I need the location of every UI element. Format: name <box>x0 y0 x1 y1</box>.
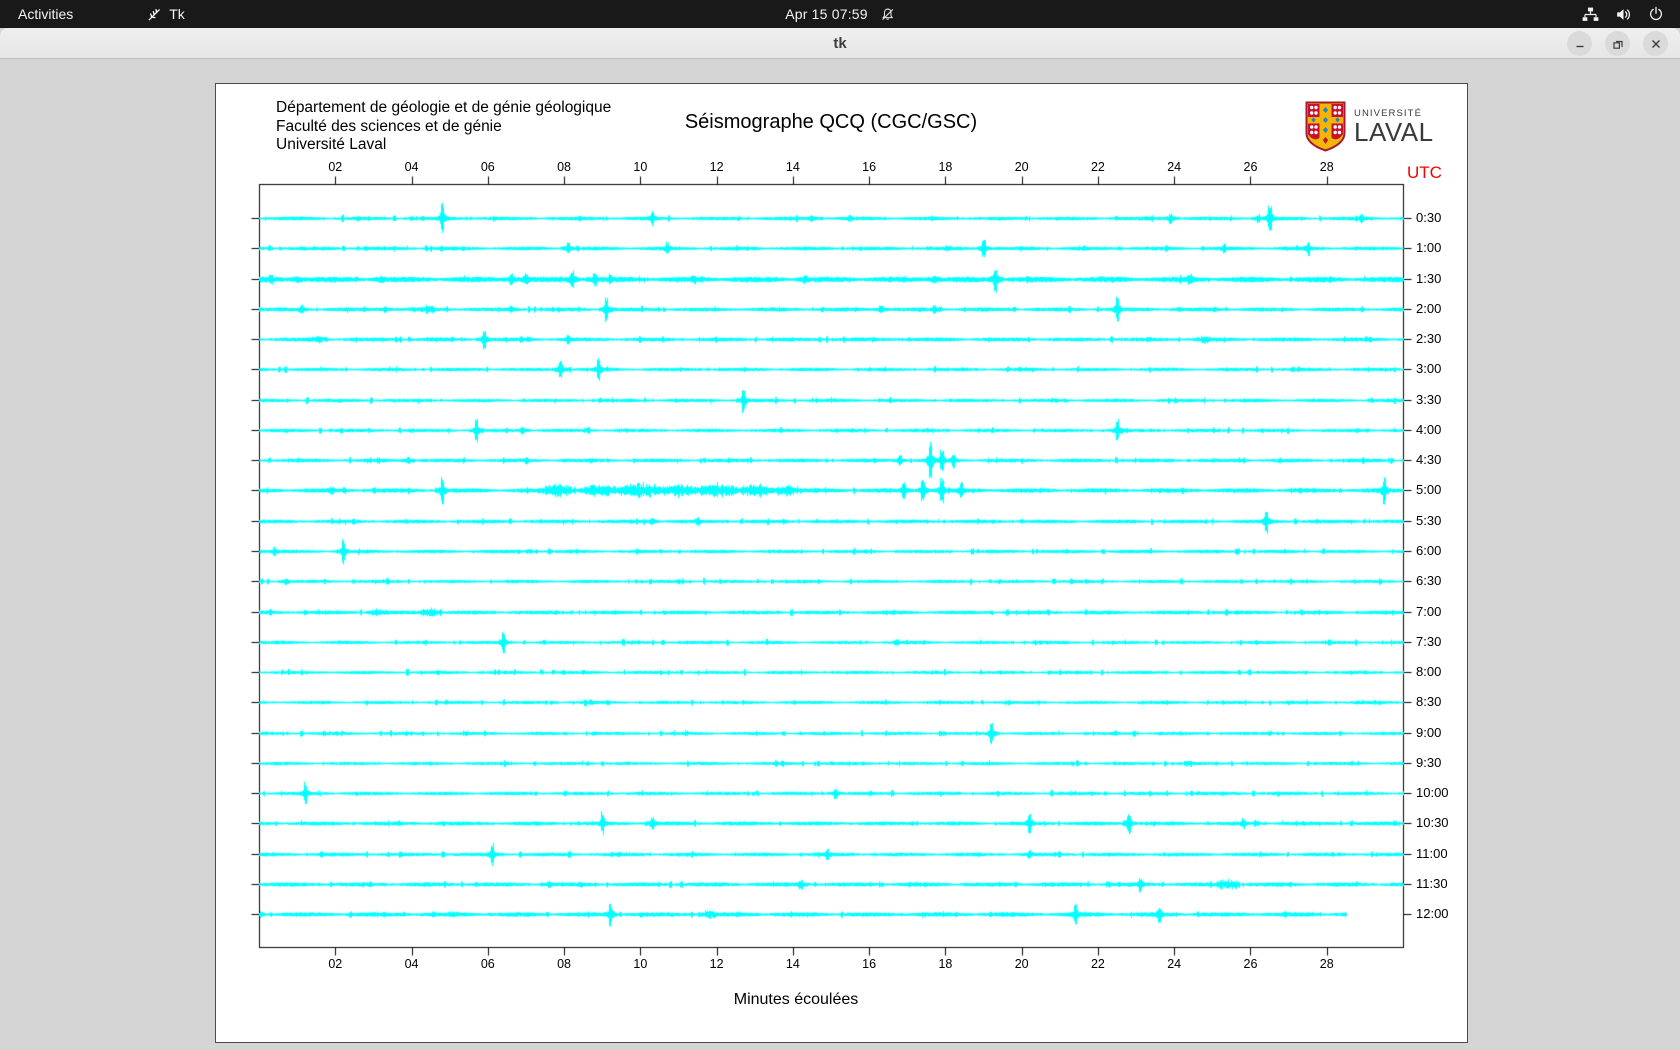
trace-time-label: 7:00 <box>1416 603 1442 619</box>
volume-icon[interactable] <box>1615 6 1632 23</box>
x-axis-top-tick-label: 10 <box>633 160 648 174</box>
minimize-button[interactable] <box>1567 31 1592 56</box>
trace-time-label: 8:00 <box>1416 664 1442 680</box>
x-axis-top-tick-label: 20 <box>1014 160 1029 174</box>
maximize-icon <box>1612 40 1623 49</box>
x-axis-top-tick-label: 24 <box>1167 160 1182 174</box>
x-axis-bottom-tick-label: 04 <box>404 957 419 971</box>
x-axis-top-tick-label: 14 <box>785 160 800 174</box>
trace-time-label: 6:30 <box>1416 573 1442 589</box>
trace-time-label: 5:30 <box>1416 512 1442 528</box>
trace-time-label: 11:00 <box>1416 845 1448 861</box>
x-axis-top-tick-label: 16 <box>862 160 877 174</box>
network-tree-icon[interactable] <box>1582 6 1599 23</box>
clock[interactable]: Apr 15 07:59 <box>785 6 868 22</box>
trace-time-label: 1:30 <box>1416 270 1442 286</box>
window-titlebar[interactable]: tk <box>0 28 1680 59</box>
trace-time-label: 10:30 <box>1416 815 1449 831</box>
x-axis-bottom-tick-label: 02 <box>328 957 343 971</box>
x-axis-top-tick-label: 28 <box>1319 160 1334 174</box>
tk-feather-icon <box>148 8 161 20</box>
x-axis-bottom-tick-label: 14 <box>785 957 800 971</box>
utc-label: UTC <box>1407 163 1442 182</box>
x-axis-bottom-tick-label: 28 <box>1319 957 1334 971</box>
x-axis-bottom-tick-label: 26 <box>1243 957 1258 971</box>
x-axis-bottom-tick-label: 20 <box>1014 957 1029 971</box>
power-icon[interactable] <box>1648 6 1664 22</box>
x-axis-bottom-tick-label: 18 <box>938 957 953 971</box>
tk-app-indicator[interactable]: Tk <box>139 0 193 28</box>
x-axis-bottom-tick-label: 08 <box>557 957 572 971</box>
trace-time-label: 2:00 <box>1416 300 1442 316</box>
x-axis-top-tick-label: 02 <box>328 160 343 174</box>
window-title: tk <box>833 35 847 52</box>
x-axis-title: Minutes écoulées <box>733 991 859 1008</box>
x-axis-bottom-tick-label: 24 <box>1167 957 1182 971</box>
x-axis-top-tick-label: 18 <box>938 160 953 174</box>
x-axis-bottom-tick-label: 22 <box>1090 957 1105 971</box>
x-axis-bottom-tick-label: 06 <box>480 957 495 971</box>
trace-time-label: 3:30 <box>1416 391 1442 407</box>
close-icon <box>1651 39 1660 48</box>
x-axis-top-tick-label: 08 <box>557 160 572 174</box>
trace-time-label: 8:30 <box>1416 694 1442 710</box>
minimize-icon <box>1576 45 1583 47</box>
trace-time-label: 1:00 <box>1416 240 1442 256</box>
maximize-button[interactable] <box>1605 31 1630 56</box>
trace-time-label: 2:30 <box>1416 331 1442 347</box>
x-axis-bottom-tick-label: 16 <box>862 957 877 971</box>
trace-time-label: 9:00 <box>1416 724 1442 740</box>
close-button[interactable] <box>1643 31 1668 56</box>
x-axis-top-tick-label: 06 <box>480 160 495 174</box>
x-axis-bottom-tick-label: 12 <box>709 957 724 971</box>
trace-time-label: 0:30 <box>1416 210 1442 225</box>
x-axis-top-tick-label: 22 <box>1090 160 1105 174</box>
trace-time-label: 4:30 <box>1416 452 1442 468</box>
trace-time-label: 4:00 <box>1416 421 1442 437</box>
trace-time-label: 11:30 <box>1416 875 1448 891</box>
gnome-top-bar: Activities Tk Apr 15 07:59 <box>0 0 1680 28</box>
seismogram-canvas <box>216 84 1467 1042</box>
seismograph-canvas-area: Département de géologie et de génie géol… <box>215 83 1468 1043</box>
screen: Activities Tk Apr 15 07:59 tk UTC Minute… <box>0 0 1680 1050</box>
trace-time-label: 10:00 <box>1416 785 1449 801</box>
notifications-disabled-icon <box>881 8 893 20</box>
x-axis-top-tick-label: 12 <box>709 160 724 174</box>
trace-time-label: 3:00 <box>1416 361 1442 377</box>
tk-app-label: Tk <box>169 6 185 22</box>
tk-window-body: Département de géologie et de génie géol… <box>0 60 1680 1050</box>
x-axis-bottom-tick-label: 10 <box>633 957 648 971</box>
activities-button[interactable]: Activities <box>0 0 91 28</box>
trace-time-label: 7:30 <box>1416 633 1442 649</box>
trace-time-label: 6:00 <box>1416 542 1442 558</box>
trace-time-label: 12:00 <box>1416 906 1449 922</box>
trace-time-label: 5:00 <box>1416 482 1442 498</box>
x-axis-top-tick-label: 26 <box>1243 160 1258 174</box>
x-axis-top-tick-label: 04 <box>404 160 419 174</box>
trace-time-label: 9:30 <box>1416 754 1442 770</box>
